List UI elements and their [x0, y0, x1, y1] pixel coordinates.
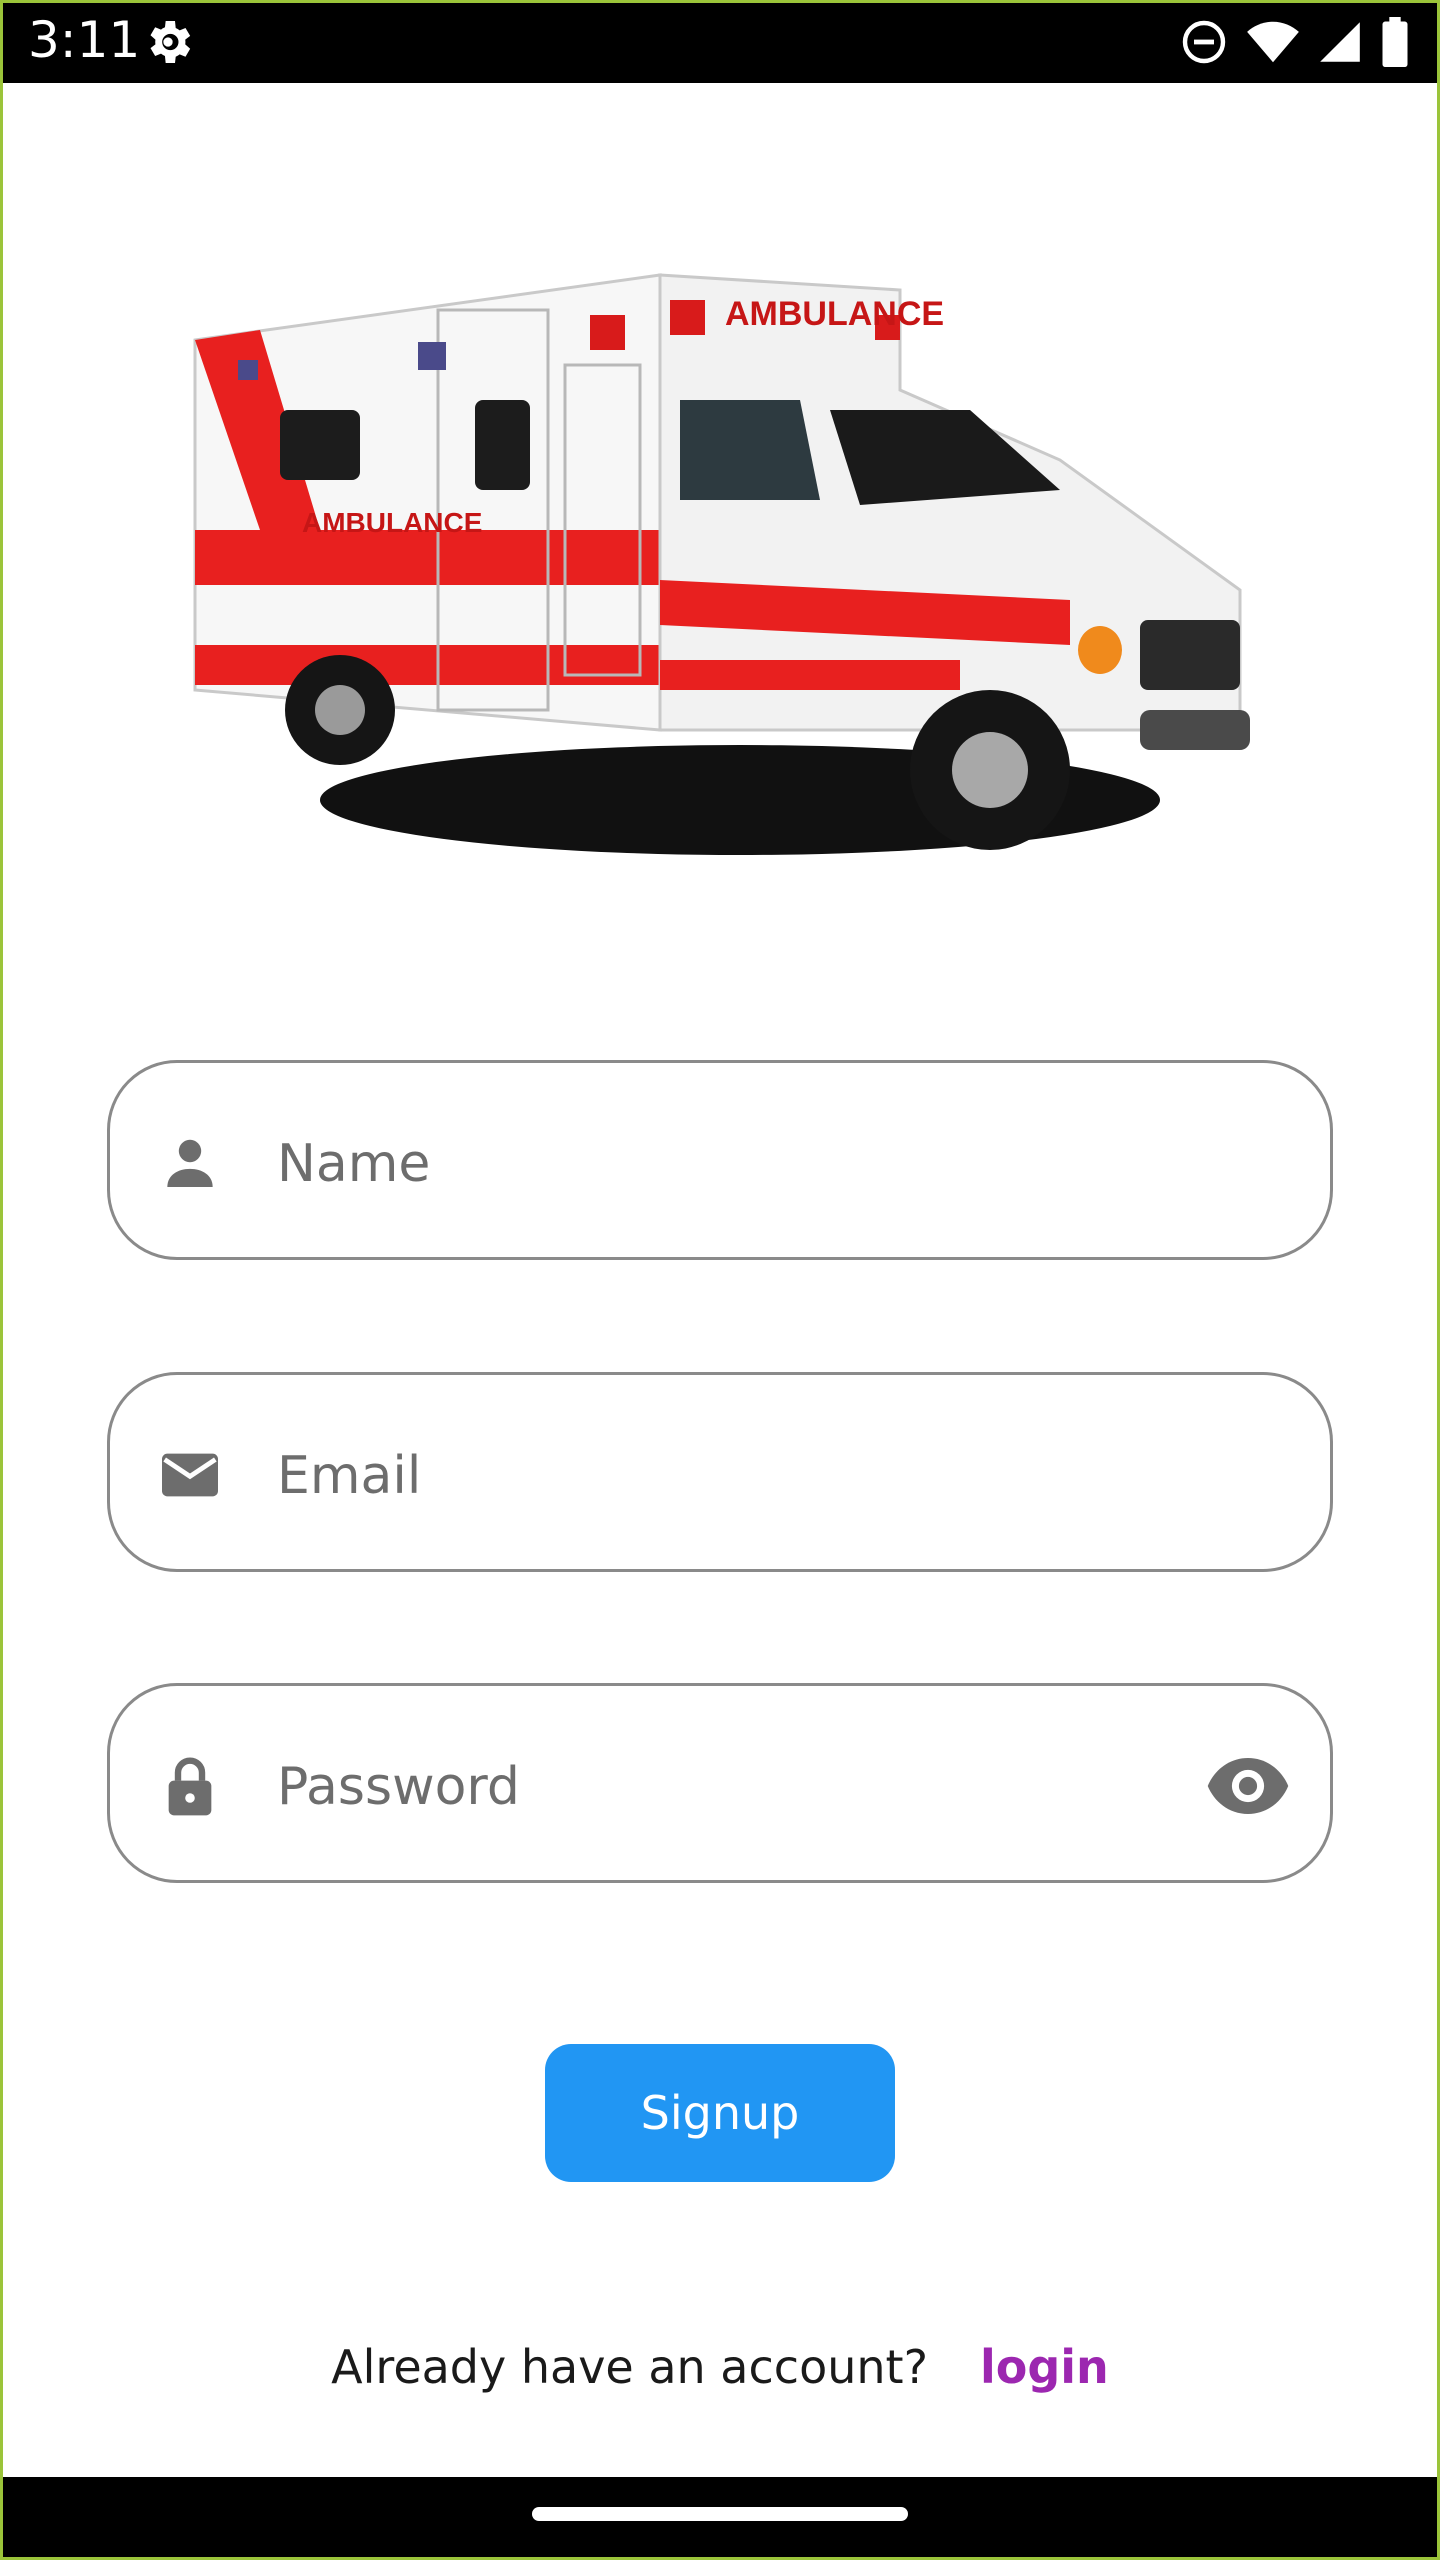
navigation-bar: [0, 2477, 1440, 2560]
home-gesture-handle[interactable]: [532, 2507, 908, 2521]
do-not-disturb-icon: [1182, 20, 1226, 64]
wifi-icon: [1247, 21, 1299, 63]
login-link[interactable]: login: [980, 2340, 1109, 2394]
rear-ambulance-label: AMBULANCE: [302, 507, 482, 538]
battery-icon: [1382, 17, 1408, 67]
login-prompt: Already have an account? login: [0, 2340, 1440, 2394]
email-input[interactable]: [275, 1425, 1179, 1527]
login-prompt-text: Already have an account?: [331, 2340, 928, 2394]
password-input[interactable]: [275, 1736, 1039, 1838]
status-bar: 3:11: [0, 0, 1440, 83]
lock-icon: [168, 1757, 212, 1816]
password-field[interactable]: [107, 1683, 1333, 1883]
name-input[interactable]: [275, 1113, 1179, 1215]
person-icon: [167, 1139, 213, 1187]
signup-button[interactable]: Signup: [545, 2044, 895, 2182]
signal-icon: [1320, 22, 1360, 62]
settings-gear-icon: [150, 21, 191, 63]
status-time: 3:11: [28, 11, 141, 69]
cab-ambulance-label: AMBULANCE: [725, 295, 944, 333]
status-icons: [1180, 16, 1410, 68]
eye-icon[interactable]: [1206, 1752, 1290, 1820]
mail-icon: [162, 1453, 218, 1497]
email-field[interactable]: [107, 1372, 1333, 1572]
name-field[interactable]: [107, 1060, 1333, 1260]
ambulance-illustration: AMBULANCE AMBULANCE: [193, 273, 1250, 855]
